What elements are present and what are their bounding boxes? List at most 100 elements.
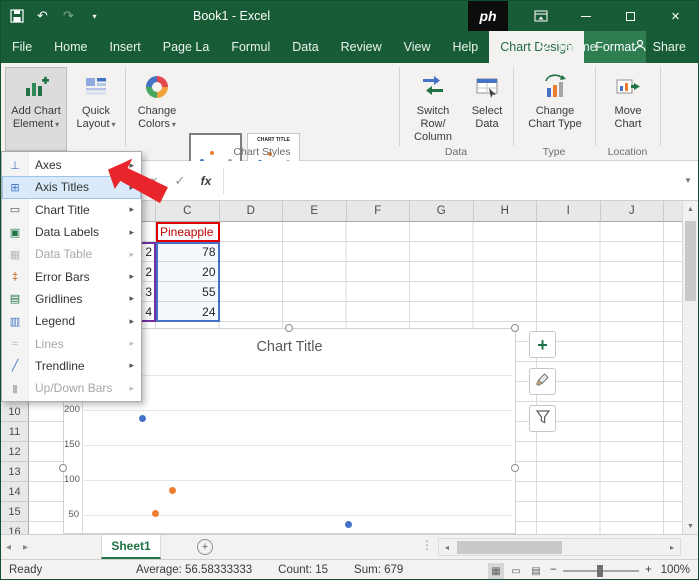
chart-gridline: [82, 515, 512, 516]
vertical-scrollbar[interactable]: [682, 201, 698, 534]
tell-me-box[interactable]: Tell me: [537, 38, 597, 56]
change-chart-type-button[interactable]: Change Chart Type: [517, 67, 593, 151]
error-bars-icon: ‡: [2, 271, 28, 283]
prev-sheet-icon[interactable]: [6, 542, 11, 553]
tab-splitter-icon[interactable]: [421, 538, 433, 552]
tab-data[interactable]: Data: [281, 31, 329, 63]
button-label: Data: [475, 118, 498, 131]
status-average: Average: 56.58333333: [136, 560, 252, 580]
column-header-h[interactable]: H: [474, 201, 538, 222]
switch-row-column-button[interactable]: Switch Row/ Column: [403, 67, 463, 151]
save-icon[interactable]: [9, 9, 24, 23]
column-header-partial[interactable]: [664, 201, 684, 222]
row-header-15[interactable]: 15: [1, 502, 29, 522]
expand-formula-bar-icon[interactable]: [678, 175, 698, 186]
column-header-e[interactable]: E: [283, 201, 347, 222]
chart-handle-top-right[interactable]: [511, 324, 519, 332]
button-label: Change: [536, 105, 575, 118]
add-chart-element-button[interactable]: Add Chart Element: [5, 67, 67, 151]
horizontal-scroll-thumb[interactable]: [457, 541, 562, 554]
scroll-down-icon[interactable]: [683, 518, 698, 534]
row-header-16[interactable]: 16: [1, 522, 29, 534]
quick-layout-button[interactable]: Quick Layout: [69, 67, 123, 151]
column-header-i[interactable]: I: [537, 201, 601, 222]
chart-handle-top-center[interactable]: [285, 324, 293, 332]
chart-gridline: [82, 410, 512, 411]
menu-item-legend[interactable]: ▥Legend: [2, 310, 141, 332]
button-label: Switch Row/: [403, 105, 463, 131]
undo-icon[interactable]: [35, 8, 50, 24]
chart-filters-button[interactable]: [529, 405, 556, 432]
column-header-j[interactable]: J: [601, 201, 665, 222]
tab-view[interactable]: View: [393, 31, 442, 63]
normal-view-icon[interactable]: ▦: [488, 563, 504, 579]
tab-formul[interactable]: Formul: [220, 31, 281, 63]
lines-icon: ≈: [2, 338, 28, 350]
change-colors-button[interactable]: Change Colors: [129, 67, 185, 151]
close-button[interactable]: [653, 1, 698, 31]
tab-file[interactable]: File: [1, 31, 43, 63]
group-label-data: Data: [399, 146, 513, 158]
menu-item-lines: ≈Lines: [2, 332, 141, 354]
chart-styles-button[interactable]: [529, 368, 556, 395]
row-header-12[interactable]: 12: [1, 442, 29, 462]
formula-input[interactable]: [228, 161, 678, 200]
select-data-button[interactable]: Select Data: [464, 67, 510, 151]
customize-toolbar-icon[interactable]: [87, 12, 102, 21]
up-down-bars-icon: ▮: [2, 382, 28, 395]
page-break-view-icon[interactable]: ▤: [528, 563, 544, 579]
minimize-button[interactable]: [563, 1, 608, 31]
title-bar: Book1 - Excel ph: [1, 1, 698, 31]
submenu-arrow-icon: [129, 249, 134, 260]
move-chart-button[interactable]: Move Chart: [599, 67, 657, 151]
scroll-right-icon[interactable]: [664, 539, 680, 555]
divider: [223, 168, 224, 194]
menu-item-trendline[interactable]: ╱Trendline: [2, 355, 141, 377]
new-sheet-icon[interactable]: [197, 539, 213, 555]
menu-item-error-bars[interactable]: ‡Error Bars: [2, 265, 141, 287]
scroll-up-icon[interactable]: [683, 201, 698, 217]
column-header-f[interactable]: F: [347, 201, 411, 222]
maximize-button[interactable]: [608, 1, 653, 31]
tab-page-la[interactable]: Page La: [152, 31, 221, 63]
zoom-slider-thumb[interactable]: [597, 565, 603, 577]
column-header-d[interactable]: D: [220, 201, 284, 222]
cell-c1: Pineapple: [156, 222, 220, 242]
row-header-14[interactable]: 14: [1, 482, 29, 502]
chart-handle-mid-right[interactable]: [511, 464, 519, 472]
chart-handle-mid-left[interactable]: [59, 464, 67, 472]
chart-axis-label: 200: [64, 404, 79, 415]
row-header-13[interactable]: 13: [1, 462, 29, 482]
group-divider: [125, 67, 126, 146]
insert-function-icon[interactable]: fx: [193, 174, 219, 188]
sheet-tab-sheet1[interactable]: Sheet1: [101, 535, 161, 559]
vertical-scroll-thumb[interactable]: [685, 221, 696, 301]
cell-c2: 78: [156, 242, 220, 262]
next-sheet-icon[interactable]: [23, 542, 28, 553]
menu-item-data-labels[interactable]: ▣Data Labels: [2, 221, 141, 243]
zoom-out-icon[interactable]: [550, 560, 557, 580]
row-header-11[interactable]: 11: [1, 422, 29, 442]
group-divider: [595, 67, 596, 146]
zoom-in-icon[interactable]: [645, 560, 652, 580]
chart-gridline: [82, 480, 512, 481]
share-button[interactable]: Share: [633, 39, 686, 56]
quick-access-toolbar: [9, 1, 102, 31]
scroll-left-icon[interactable]: [439, 539, 455, 555]
ribbon-display-options-icon[interactable]: [518, 1, 563, 31]
tab-insert[interactable]: Insert: [99, 31, 152, 63]
chart-elements-button[interactable]: [529, 331, 556, 358]
tab-home[interactable]: Home: [43, 31, 98, 63]
group-divider: [399, 67, 400, 146]
horizontal-scrollbar[interactable]: [438, 538, 681, 556]
chart-gridline: [82, 445, 512, 446]
tab-review[interactable]: Review: [330, 31, 393, 63]
change-chart-type-icon: [542, 72, 568, 102]
zoom-level[interactable]: 100%: [661, 560, 690, 580]
column-header-g[interactable]: G: [410, 201, 474, 222]
add-chart-element-icon: [23, 72, 49, 102]
tab-help[interactable]: Help: [442, 31, 490, 63]
page-layout-view-icon[interactable]: ▭: [508, 563, 524, 579]
row-header-10[interactable]: 10: [1, 402, 29, 422]
menu-item-gridlines[interactable]: ▤Gridlines: [2, 288, 141, 310]
